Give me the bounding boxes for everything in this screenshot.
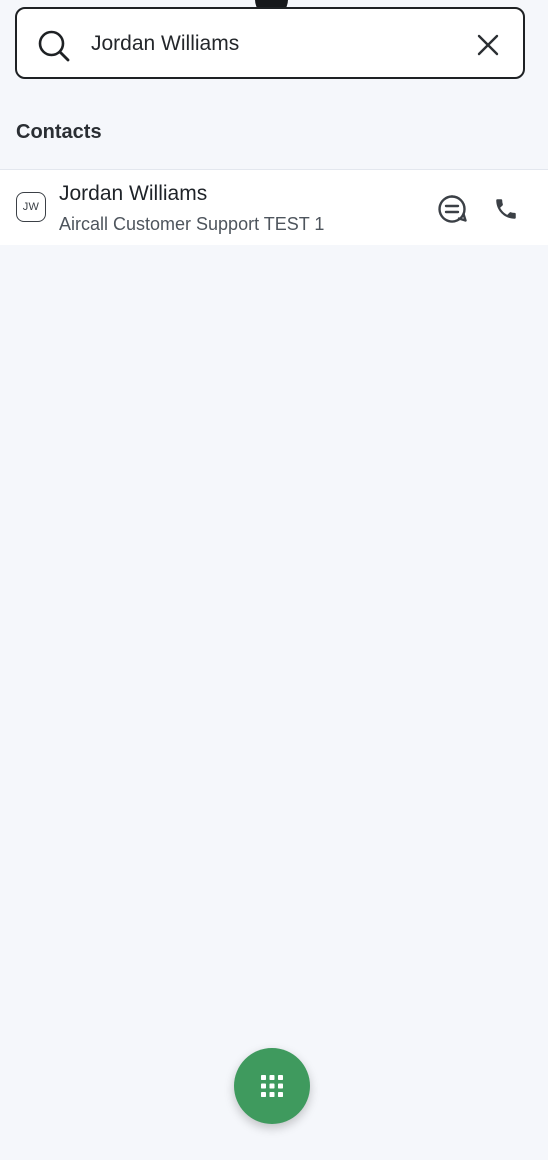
close-icon bbox=[477, 34, 499, 56]
contact-company: Aircall Customer Support TEST 1 bbox=[59, 214, 325, 234]
section-title-contacts: Contacts bbox=[16, 121, 102, 143]
keypad-button[interactable] bbox=[234, 1048, 310, 1124]
message-icon bbox=[438, 195, 467, 223]
call-button[interactable] bbox=[490, 193, 522, 225]
search-icon bbox=[37, 29, 71, 63]
contact-name: Jordan Williams bbox=[59, 182, 208, 205]
message-button[interactable] bbox=[436, 193, 468, 225]
contact-row[interactable]: JW Jordan Williams Aircall Customer Supp… bbox=[0, 170, 548, 245]
search-value[interactable]: Jordan Williams bbox=[91, 30, 239, 58]
avatar: JW bbox=[16, 192, 46, 222]
phone-icon bbox=[496, 199, 516, 219]
keypad-icon bbox=[261, 1075, 283, 1097]
clear-search-button[interactable] bbox=[471, 28, 505, 62]
search-input[interactable]: Jordan Williams bbox=[15, 7, 525, 79]
